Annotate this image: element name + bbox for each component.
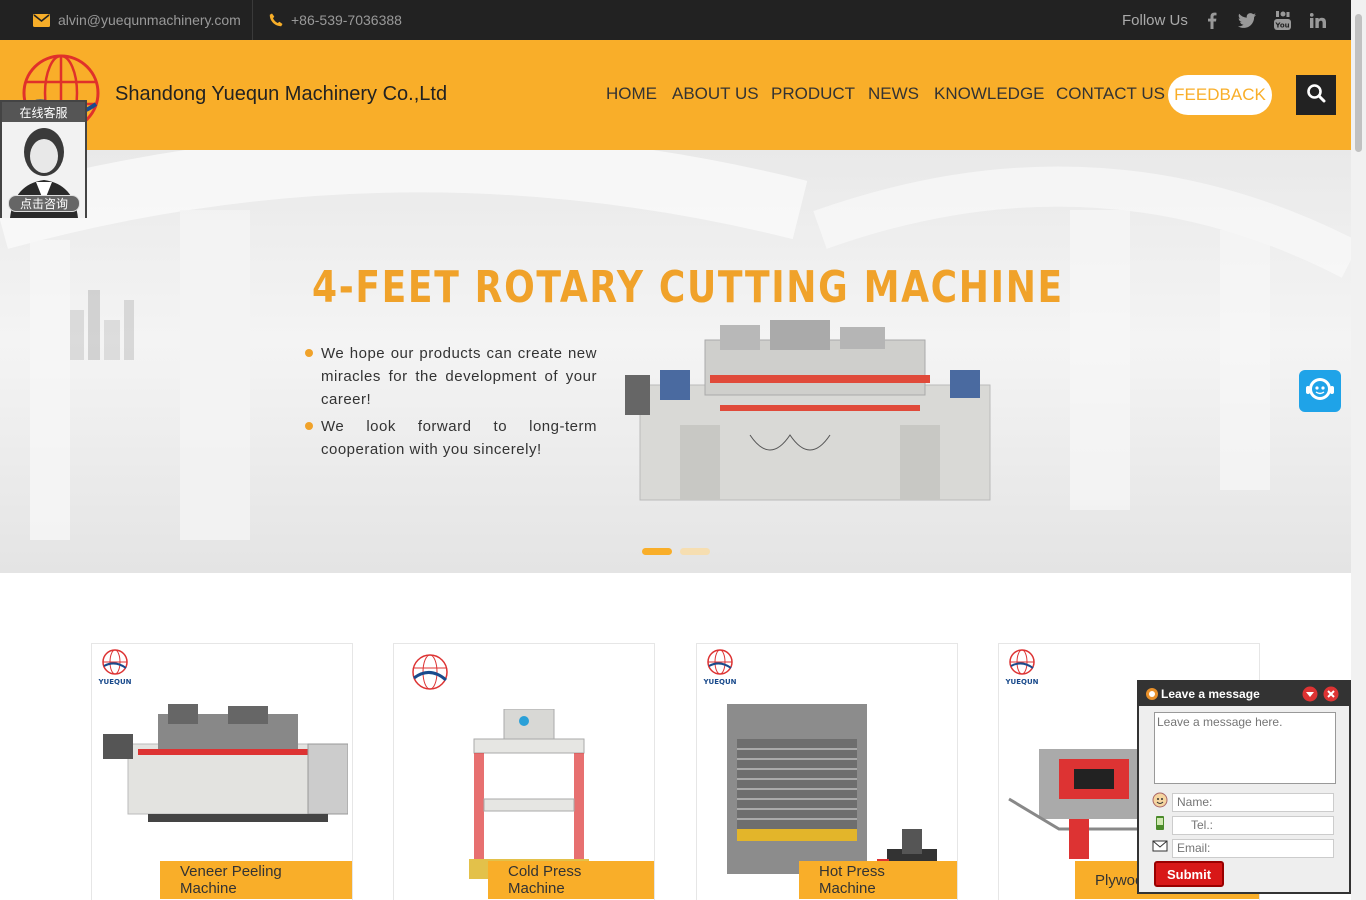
user-icon bbox=[1152, 792, 1168, 813]
nav-contact-us[interactable]: CONTACT US bbox=[1056, 84, 1165, 106]
hero-bullets: We hope our products can create new mira… bbox=[305, 342, 597, 465]
brand-logo: YUEQUN bbox=[97, 648, 132, 686]
linkedin-icon[interactable] bbox=[1310, 0, 1326, 40]
hero-banner[interactable]: 4-FEET ROTARY CUTTING MACHINE We hope ou… bbox=[0, 150, 1351, 573]
close-icon[interactable] bbox=[1323, 686, 1339, 705]
leave-message-title: Leave a message bbox=[1161, 687, 1260, 701]
phone-contact[interactable]: +86-539-7036388 bbox=[269, 0, 402, 40]
facebook-icon[interactable] bbox=[1207, 0, 1217, 40]
nav-product[interactable]: PRODUCT bbox=[771, 84, 855, 106]
hero-bullet: We look forward to long-term cooperation… bbox=[305, 415, 597, 461]
consult-button[interactable]: 点击咨询 bbox=[8, 195, 80, 212]
phone-text[interactable]: +86-539-7036388 bbox=[291, 12, 402, 28]
page-scrollbar[interactable] bbox=[1351, 0, 1366, 900]
scrollbar-thumb[interactable] bbox=[1355, 14, 1362, 152]
carousel-dot-active[interactable] bbox=[642, 548, 672, 555]
brand-text: YUEQUN bbox=[703, 678, 737, 686]
nav-home[interactable]: HOME bbox=[606, 84, 657, 106]
email-row bbox=[1152, 838, 1338, 858]
product-card[interactable]: YUEQUN Veneer Peeling Machine bbox=[91, 643, 353, 900]
online-service-panel[interactable]: 在线客服 点击咨询 bbox=[0, 100, 87, 218]
envelope-icon bbox=[1152, 838, 1168, 859]
chatbot-button[interactable] bbox=[1299, 370, 1341, 412]
hero-bullet-text: We hope our products can create new mira… bbox=[321, 345, 597, 408]
email-field[interactable] bbox=[1172, 838, 1334, 858]
tel-row bbox=[1152, 815, 1338, 835]
plywood-machine-image bbox=[1008, 749, 1139, 859]
phone-icon bbox=[269, 13, 283, 27]
leave-message-widget: Leave a message Submit bbox=[1137, 680, 1351, 894]
topbar-divider bbox=[252, 0, 253, 40]
carousel-dot[interactable] bbox=[680, 548, 710, 555]
product-label[interactable]: Cold Press Machine bbox=[488, 861, 654, 899]
top-bar: alvin@yuequnmachinery.com +86-539-703638… bbox=[0, 0, 1351, 40]
company-name[interactable]: Shandong Yuequn Machinery Co.,Ltd bbox=[115, 83, 447, 106]
mobile-phone-icon bbox=[1152, 815, 1168, 836]
site-header: Shandong Yuequn Machinery Co.,Ltd HOME A… bbox=[0, 40, 1351, 150]
product-card[interactable]: Cold Press Machine bbox=[393, 643, 655, 900]
product-label[interactable]: Hot Press Machine bbox=[799, 861, 957, 899]
bullet-dot-icon bbox=[305, 422, 313, 430]
leave-message-header: Leave a message bbox=[1139, 682, 1349, 706]
hero-bullet: We hope our products can create new mira… bbox=[305, 342, 597, 411]
twitter-icon[interactable] bbox=[1238, 0, 1256, 40]
nav-about-us[interactable]: ABOUT US bbox=[672, 84, 759, 106]
carousel-dots bbox=[642, 548, 710, 555]
tel-field[interactable] bbox=[1172, 815, 1334, 835]
online-service-title: 在线客服 bbox=[2, 102, 85, 122]
email-contact[interactable]: alvin@yuequnmachinery.com bbox=[33, 0, 241, 40]
veneer-peeling-machine-image bbox=[103, 704, 348, 822]
nav-news[interactable]: NEWS bbox=[868, 84, 919, 106]
rotary-cutting-machine-image bbox=[625, 320, 991, 501]
product-label[interactable]: Veneer Peeling Machine bbox=[160, 861, 352, 899]
brand-logo bbox=[410, 652, 448, 690]
minimize-icon[interactable] bbox=[1302, 686, 1318, 705]
feedback-button[interactable]: FEEDBACK bbox=[1168, 75, 1272, 115]
product-card[interactable]: YUEQUN Hot Press Machine bbox=[696, 643, 958, 900]
youtube-icon[interactable]: You bbox=[1274, 0, 1291, 40]
message-textarea[interactable] bbox=[1154, 712, 1336, 784]
search-icon bbox=[1306, 83, 1326, 108]
nav-knowledge[interactable]: KNOWLEDGE bbox=[934, 84, 1045, 106]
search-button[interactable] bbox=[1296, 75, 1336, 115]
hero-title: 4-FEET ROTARY CUTTING MACHINE bbox=[312, 262, 1064, 313]
svg-text:You: You bbox=[1274, 21, 1289, 29]
bullet-dot-icon bbox=[305, 349, 313, 357]
email-text[interactable]: alvin@yuequnmachinery.com bbox=[58, 12, 241, 28]
name-field[interactable] bbox=[1172, 792, 1334, 812]
envelope-icon bbox=[33, 13, 50, 27]
brand-text: YUEQUN bbox=[1005, 678, 1039, 686]
brand-text: YUEQUN bbox=[98, 678, 132, 686]
submit-button[interactable]: Submit bbox=[1154, 861, 1224, 887]
follow-us-label: Follow Us bbox=[1122, 11, 1188, 29]
hero-bullet-text: We look forward to long-term cooperation… bbox=[321, 418, 597, 458]
name-row bbox=[1152, 792, 1338, 812]
brand-logo: YUEQUN bbox=[1004, 648, 1039, 686]
robot-icon bbox=[1305, 374, 1335, 409]
message-bubble-icon bbox=[1145, 687, 1159, 704]
brand-logo: YUEQUN bbox=[702, 648, 737, 686]
